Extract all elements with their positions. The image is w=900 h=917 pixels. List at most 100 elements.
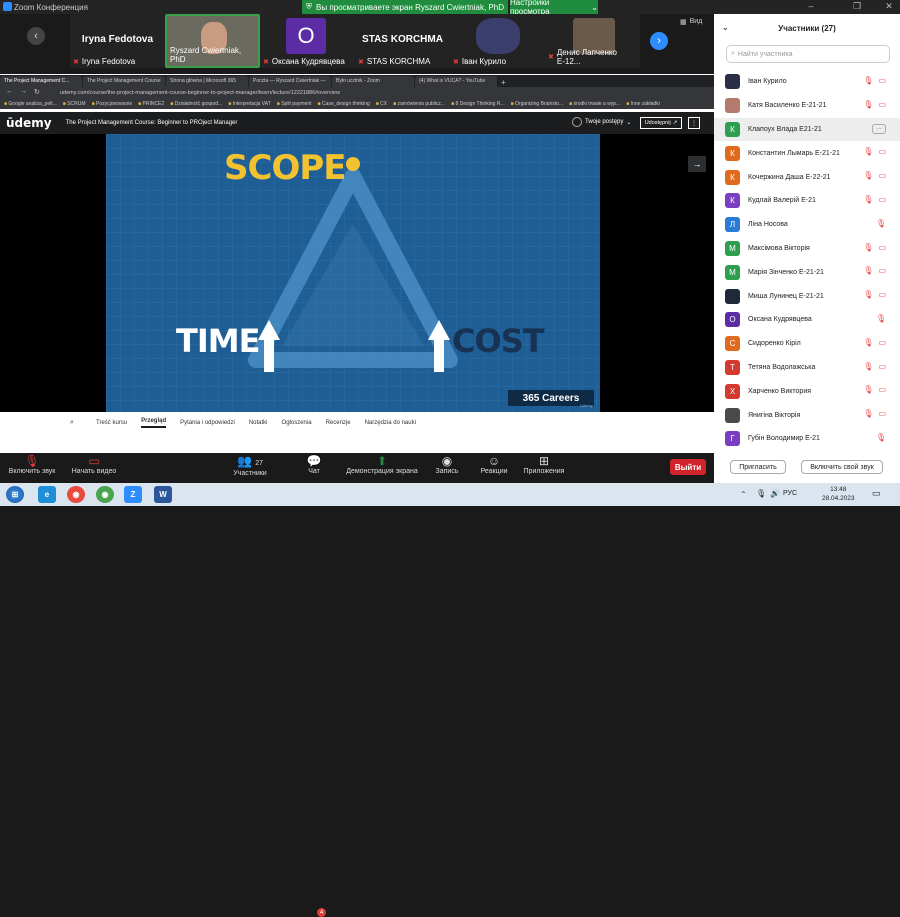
- browser-tab[interactable]: (4) What is VUCA? - YouTube: [415, 76, 497, 87]
- leave-button[interactable]: Выйти: [670, 459, 706, 475]
- participant-name: Янигіна Вікторія: [748, 411, 801, 419]
- bookmark-item[interactable]: Działalność gospod...: [170, 101, 223, 107]
- video-thumbnail[interactable]: О ✖ Оксана Кудрявцева: [260, 14, 355, 68]
- browser-tab[interactable]: Strona główna | Microsoft 365: [166, 76, 248, 87]
- participant-name: Іван Курило: [748, 78, 787, 86]
- participant-row[interactable]: М Максімова Вікторія 🎙 ▭: [714, 237, 900, 261]
- participant-row[interactable]: Янигіна Вікторія 🎙 ▭: [714, 403, 900, 427]
- participant-row[interactable]: К Кудлай Валерій Е-21 🎙 ▭: [714, 189, 900, 213]
- share-screen-button[interactable]: ⬆ Демонстрация экрана: [342, 455, 422, 476]
- participant-row[interactable]: К Константин Лымарь Е-21-21 🎙 ▭: [714, 141, 900, 165]
- browser-tab[interactable]: The Project Management C...: [0, 76, 82, 87]
- participant-row[interactable]: Х Харченко Виктория 🎙 ▭: [714, 379, 900, 403]
- bookmark-item[interactable]: Google analiza_pelt...: [4, 101, 56, 107]
- chevron-down-icon[interactable]: ⌄: [722, 23, 729, 32]
- camera-off-icon: ▭: [878, 361, 886, 371]
- reload-icon[interactable]: ↻: [34, 88, 40, 96]
- video-thumbnail-active-speaker[interactable]: Ryszard Cwiertniak, PhD: [165, 14, 260, 68]
- tab-learning-tools[interactable]: Narzędzia do nauki: [365, 420, 416, 426]
- participant-row[interactable]: Л Ліна Носова 🎙: [714, 213, 900, 237]
- trophy-icon: [572, 117, 582, 127]
- bookmark-item[interactable]: CX: [376, 101, 387, 107]
- browser-address-bar[interactable]: ← → ↻ udemy.com/course/the-project-manag…: [0, 87, 714, 99]
- apps-button[interactable]: ⊞ Приложения: [512, 454, 576, 476]
- participant-row[interactable]: М Марія Зінченко Е-21-21 🎙 ▭: [714, 260, 900, 284]
- participant-row[interactable]: С Сидоренко Кіріл 🎙 ▭: [714, 332, 900, 356]
- browser-tab[interactable]: Było ucztnik - Zoom: [332, 76, 414, 87]
- more-options-button[interactable]: ···: [872, 123, 886, 134]
- bookmark-item[interactable]: PRINCE2: [138, 101, 165, 107]
- avatar: М: [725, 264, 740, 280]
- bookmark-item[interactable]: środki trwałe a wyp...: [569, 101, 621, 107]
- zoom-taskbar-icon[interactable]: Z: [124, 486, 142, 503]
- progress-button[interactable]: Twoje postępy ⌄: [572, 117, 631, 127]
- bookmark-item[interactable]: Split payment: [277, 101, 311, 107]
- tab-reviews[interactable]: Recenzje: [326, 420, 351, 426]
- view-settings-button[interactable]: Настройки просмотра ⌄: [510, 0, 598, 16]
- more-options-icon[interactable]: ⋮: [688, 117, 700, 129]
- video-thumbnail[interactable]: Iryna Fedotova ✖ Iryna Fedotova: [70, 14, 165, 68]
- bookmark-item[interactable]: Case_design thinking: [318, 101, 370, 107]
- participant-search-input[interactable]: ⌕ Найти участника: [726, 45, 890, 63]
- apps-icon: ⊞: [538, 454, 550, 468]
- participant-row[interactable]: Миша Лунинец Е-21-21 🎙 ▭: [714, 284, 900, 308]
- chrome-icon[interactable]: ◉: [67, 486, 85, 503]
- windows-start-icon[interactable]: ⊞: [6, 486, 24, 503]
- minimize-icon[interactable]: –: [804, 1, 818, 11]
- bookmark-item[interactable]: Pozycjonowanie: [92, 101, 132, 107]
- browser-tab[interactable]: Poczta — Ryszard Cwiertniak —: [249, 76, 331, 87]
- video-thumbnail[interactable]: ✖ Іван Курило: [450, 14, 545, 68]
- tray-chevron-icon[interactable]: ⌃: [740, 490, 747, 499]
- bookmark-item[interactable]: zamówienia publicz...: [393, 101, 446, 107]
- participant-row[interactable]: Іван Курило 🎙 ▭: [714, 70, 900, 94]
- chevron-left-icon[interactable]: ‹: [27, 27, 45, 45]
- tab-course-content[interactable]: Treść kursu: [96, 420, 127, 426]
- word-icon[interactable]: W: [154, 486, 172, 503]
- edge-icon[interactable]: e: [38, 486, 56, 503]
- system-clock[interactable]: 13:48 28.04.2023: [822, 485, 855, 503]
- bookmark-item[interactable]: Interpretacja VAT: [228, 101, 271, 107]
- input-language[interactable]: РУС: [783, 490, 797, 497]
- participant-row[interactable]: К Клапоух Влада Е21-21 ···: [714, 117, 900, 142]
- tab-qa[interactable]: Pytania i odpowiedzi: [180, 420, 235, 426]
- nav-back-icon[interactable]: ←: [6, 88, 13, 95]
- participant-row[interactable]: Г Губін Володимир Е-21 🎙: [714, 427, 900, 451]
- tab-notes[interactable]: Notatki: [249, 420, 268, 426]
- chat-button[interactable]: 💬 Чат: [282, 455, 346, 476]
- arrow-right-icon[interactable]: →: [688, 156, 706, 172]
- search-icon[interactable]: ⌕: [70, 419, 74, 427]
- bookmark-item[interactable]: Organizing Brainsto...: [511, 101, 563, 107]
- close-icon[interactable]: ✕: [882, 1, 896, 12]
- unmute-button[interactable]: 🎙 Включить звук: [0, 455, 64, 476]
- participant-row[interactable]: Катя Василенко Е-21-21 🎙 ▭: [714, 94, 900, 118]
- browser-tab[interactable]: The Project Management Course: [83, 76, 165, 87]
- camera-off-icon: ▭: [878, 147, 886, 157]
- participant-row[interactable]: Т Тетяна Водолажська 🎙 ▭: [714, 356, 900, 380]
- notifications-icon[interactable]: ▭: [872, 488, 881, 499]
- new-tab-icon[interactable]: +: [501, 78, 506, 87]
- chevron-right-icon[interactable]: ›: [650, 32, 668, 50]
- video-thumbnail[interactable]: STAS KORCHMA ✖ STAS KORCHMA: [355, 14, 450, 68]
- participant-row[interactable]: К Кочержина Даша Е-22-21 🎙 ▭: [714, 165, 900, 189]
- mic-tray-icon[interactable]: 🎙: [756, 489, 766, 498]
- tab-announcements[interactable]: Ogłoszenia: [282, 420, 312, 426]
- volume-icon[interactable]: 🔊: [770, 489, 780, 498]
- tab-overview[interactable]: Przegląd: [141, 418, 167, 428]
- chrome-profile-icon[interactable]: ◉: [96, 486, 114, 503]
- mic-muted-icon: ✖: [548, 54, 554, 61]
- invite-button[interactable]: Пригласить: [730, 460, 786, 474]
- nav-forward-icon[interactable]: →: [20, 88, 27, 95]
- participant-row[interactable]: О Оксана Кудрявцева 🎙: [714, 308, 900, 332]
- mic-muted-icon: 🎙: [863, 409, 874, 419]
- unmute-me-button[interactable]: Включить свой звук: [801, 460, 883, 474]
- start-video-button[interactable]: ▭ Начать видео: [62, 455, 126, 476]
- udemy-logo[interactable]: ūdemy: [6, 116, 52, 130]
- bookmark-item[interactable]: SCRUM: [63, 101, 85, 107]
- view-button[interactable]: ▦ Вид: [680, 18, 702, 26]
- video-thumbnail[interactable]: ✖ Денис Лапченко Е-12...: [545, 14, 640, 68]
- bookmark-item[interactable]: Inne zakładki: [626, 101, 660, 107]
- udemy-share-button[interactable]: Udostępnij ↗: [640, 117, 682, 129]
- bookmark-item[interactable]: 8 Design Thinking R...: [451, 101, 504, 107]
- participants-button[interactable]: 👥 27 Участники: [218, 455, 282, 478]
- maximize-icon[interactable]: ❐: [850, 1, 864, 12]
